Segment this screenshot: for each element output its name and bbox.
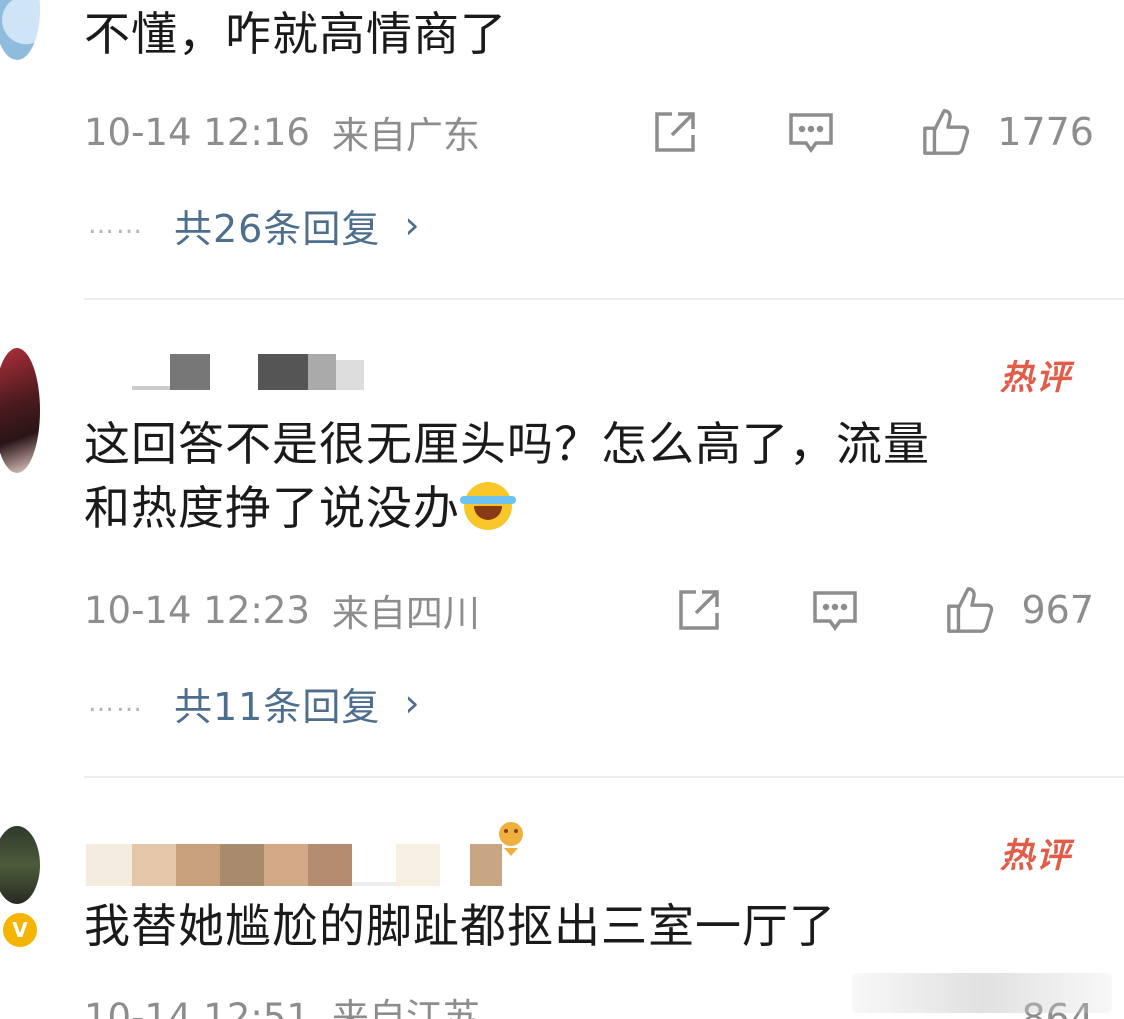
reply-row[interactable]: …… 共26条回复 › <box>88 198 420 253</box>
reply-dots: …… <box>88 688 144 718</box>
like-button[interactable]: 967 <box>945 584 1094 636</box>
comment-meta: 10-14 12:23 来自四川 967 <box>84 580 1094 640</box>
like-icon[interactable] <box>921 106 973 158</box>
view-replies-link[interactable]: 共26条回复 <box>174 198 380 253</box>
comment-location: 来自广东 <box>331 114 480 157</box>
user-avatar[interactable] <box>0 826 40 904</box>
comment-text-segment: 和热度挣了说没办 <box>84 481 460 535</box>
comment-time: 10-14 12:16 <box>84 110 310 154</box>
chevron-right-icon: › <box>404 203 420 247</box>
comment-location: 来自四川 <box>331 592 480 635</box>
divider <box>84 298 1124 300</box>
watermark <box>852 973 1112 1013</box>
reply-dots: …… <box>88 210 144 240</box>
comment-text: 我替她尴尬的脚趾都抠出三室一厅了 <box>84 899 836 953</box>
fan-badge-icon <box>494 818 528 858</box>
comment-text-line: 和热度挣了说没办 <box>84 476 1084 540</box>
hot-comment-badge: 热评 <box>1000 836 1072 876</box>
comment-text-line: 这回答不是很无厘头吗？怎么高了，流量 <box>84 417 930 471</box>
like-count: 1776 <box>997 110 1094 154</box>
like-icon[interactable] <box>945 584 997 636</box>
reply-row[interactable]: …… 共11条回复 › <box>88 676 420 731</box>
forward-icon[interactable] <box>673 584 725 636</box>
user-avatar[interactable] <box>0 0 40 60</box>
comment-icon[interactable] <box>809 584 861 636</box>
comment-time: 10-14 12:51 <box>84 996 310 1019</box>
like-button[interactable]: 1776 <box>921 106 1094 158</box>
comment-time: 10-14 12:23 <box>84 588 310 632</box>
comment-text: 这回答不是很无厘头吗？怎么高了，流量 和热度挣了说没办 <box>84 412 1084 540</box>
chevron-right-icon: › <box>404 681 420 725</box>
username-blurred[interactable] <box>132 352 364 390</box>
forward-icon[interactable] <box>649 106 701 158</box>
user-avatar[interactable] <box>0 348 40 473</box>
comment-meta: 10-14 12:16 来自广东 1776 <box>84 102 1094 162</box>
laugh-cry-emoji <box>460 482 516 530</box>
comment-icon[interactable] <box>785 106 837 158</box>
username-blurred[interactable] <box>86 844 502 886</box>
comment-location: 来自江苏 <box>331 996 480 1019</box>
like-count: 967 <box>1021 588 1094 632</box>
vip-badge-icon: V <box>0 910 40 950</box>
view-replies-link[interactable]: 共11条回复 <box>174 676 380 731</box>
divider <box>84 776 1124 778</box>
hot-comment-badge: 热评 <box>1000 358 1072 398</box>
comment-text: 不懂，咋就高情商了 <box>84 7 507 61</box>
